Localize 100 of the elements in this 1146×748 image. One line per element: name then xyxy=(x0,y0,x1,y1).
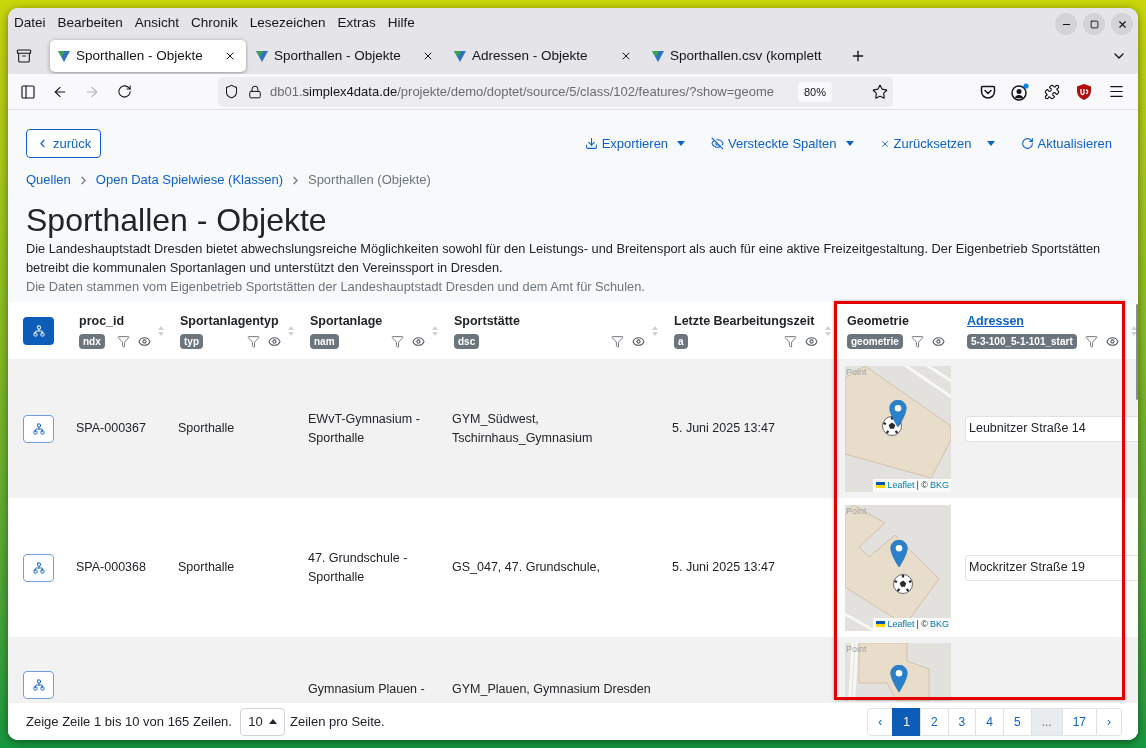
filter-icon[interactable] xyxy=(247,334,260,348)
url-text: db01.simplex4data.de/projekte/demo/doptet/source/5/class/102/features/?show=geome xyxy=(270,82,775,101)
hierarchy-button[interactable] xyxy=(23,414,54,443)
menu-icon[interactable] xyxy=(1107,83,1125,100)
sort-icon[interactable] xyxy=(1130,324,1137,337)
download-icon xyxy=(584,137,598,150)
page-size-select[interactable]: 10 xyxy=(239,707,285,736)
pocket-icon[interactable] xyxy=(980,83,996,100)
scrollbar-thumb[interactable] xyxy=(1136,304,1138,400)
menu-item[interactable]: Extras xyxy=(337,14,376,32)
refresh-button[interactable]: Aktualisieren xyxy=(1020,131,1112,156)
eye-icon[interactable] xyxy=(632,334,645,348)
account-icon[interactable] xyxy=(1011,82,1029,101)
column-header: Sportanlagentyp xyxy=(180,312,279,330)
hierarchy-button[interactable] xyxy=(23,553,54,582)
maximize-button[interactable] xyxy=(1083,13,1105,35)
lock-icon[interactable] xyxy=(248,84,262,99)
caret-icon xyxy=(845,141,854,146)
menu-item[interactable]: Bearbeiten xyxy=(57,14,123,32)
page-button[interactable]: 5 xyxy=(1002,707,1032,736)
filter-icon[interactable] xyxy=(391,334,404,348)
leaflet-link[interactable]: Leaflet xyxy=(887,617,915,631)
eye-icon[interactable] xyxy=(805,334,818,348)
hierarchy-icon xyxy=(32,679,45,691)
shield-icon[interactable] xyxy=(224,84,239,99)
menu-item[interactable]: Lesezeichen xyxy=(249,14,326,32)
source-link[interactable]: BKG xyxy=(930,478,949,492)
map-marker-icon[interactable] xyxy=(890,665,908,692)
back-button[interactable]: zurück xyxy=(26,129,102,158)
zoom-level[interactable]: 80% xyxy=(797,81,832,102)
map-tile-drawing[interactable] xyxy=(845,365,951,492)
table-cell-text: SPA-000367 xyxy=(76,420,147,437)
eye-icon[interactable] xyxy=(1105,334,1119,348)
reload-icon[interactable] xyxy=(116,84,132,99)
geometry-type-label: Point xyxy=(846,643,867,655)
map-marker-icon[interactable] xyxy=(889,399,907,427)
hierarchy-icon xyxy=(32,422,45,435)
page-button[interactable]: 1 xyxy=(892,707,921,736)
column-link[interactable]: Adressen xyxy=(967,312,1024,330)
source-link[interactable]: BKG xyxy=(930,617,949,631)
shield-extension-icon[interactable] xyxy=(1077,83,1091,100)
hierarchy-icon xyxy=(32,561,45,574)
map-marker-icon[interactable] xyxy=(890,539,908,567)
close-icon[interactable] xyxy=(620,50,632,62)
filter-icon[interactable] xyxy=(611,334,624,348)
reset-button[interactable]: Zurücksetzen xyxy=(879,131,972,156)
leaflet-link[interactable]: Leaflet xyxy=(887,478,915,492)
star-icon[interactable] xyxy=(872,83,888,100)
eye-icon[interactable] xyxy=(268,334,281,348)
table-cell-text: Sporthalle xyxy=(178,559,236,576)
menu-item[interactable]: Datei xyxy=(14,14,46,32)
breadcrumb-current: Sporthallen (Objekte) xyxy=(307,171,431,189)
eye-icon[interactable] xyxy=(412,334,425,348)
attribution-text: | © xyxy=(916,478,928,492)
previous-page-button[interactable]: ‹ xyxy=(867,707,894,736)
sidebar-icon[interactable] xyxy=(20,83,36,100)
close-icon[interactable] xyxy=(422,50,434,62)
eye-icon[interactable] xyxy=(931,334,945,348)
refresh-icon xyxy=(1020,137,1034,150)
page-description: Die Landeshauptstadt Dresden bietet abwechslungsreiche Möglichkeiten sowohl für den Leistungs- und Breitensport als auch für eine aktive Freizeitgestaltung. Der Eigenbetrieb Sportstätten betreibt die kommunalen Sportanlagen und unterstützt den Vereinssport in Dresden. xyxy=(25,240,1102,277)
menu-item[interactable]: Ansicht xyxy=(134,14,180,32)
field-badge: 5-3-100_5-1-101_start xyxy=(967,333,1077,349)
puzzle-icon[interactable] xyxy=(1044,83,1060,100)
eye-icon[interactable] xyxy=(138,334,151,348)
hierarchy-button[interactable] xyxy=(23,316,54,345)
browser-tab[interactable]: Sporthallen - Objekte xyxy=(50,40,246,72)
url-field[interactable]: db01.simplex4data.de/projekte/demo/doptet/source/5/class/102/features/?show=geome 80% xyxy=(218,76,893,107)
table-cell-text: 5. Juni 2025 13:47 xyxy=(672,420,776,437)
close-icon[interactable] xyxy=(224,50,236,62)
address-field[interactable]: Mockritzer Straße 19 xyxy=(965,554,1138,581)
hidden-columns-button[interactable]: Versteckte Spalten xyxy=(711,131,854,156)
flag-icon xyxy=(876,482,886,488)
menu-item[interactable]: Hilfe xyxy=(387,14,415,32)
next-page-button[interactable]: › xyxy=(1096,707,1122,736)
filter-icon[interactable] xyxy=(910,334,924,348)
filter-icon[interactable] xyxy=(117,334,130,348)
menu-item[interactable]: Chronik xyxy=(191,14,238,32)
filter-icon[interactable] xyxy=(784,334,797,348)
source-note: Die Daten stammen vom Eigenbetrieb Sportstätten der Landeshauptstadt Dresden und dem Amt für Schulen. xyxy=(25,278,646,296)
breadcrumb-link[interactable]: Open Data Spielwiese (Klassen) xyxy=(95,171,283,189)
hierarchy-button[interactable] xyxy=(23,671,54,699)
column-header: Letzte Bearbeitungszeit xyxy=(674,312,815,330)
breadcrumb-link[interactable]: Quellen xyxy=(26,171,71,189)
eye-off-icon xyxy=(711,137,725,150)
export-button[interactable]: Exportieren xyxy=(584,131,686,156)
archive-icon[interactable] xyxy=(16,48,32,64)
map-tile-drawing[interactable] xyxy=(845,504,951,631)
close-window-button[interactable] xyxy=(1111,13,1133,35)
page-button[interactable]: 4 xyxy=(975,707,1004,736)
field-badge: typ xyxy=(180,333,203,349)
favicon-icon xyxy=(652,50,664,62)
soccer-ball-icon xyxy=(893,573,913,594)
page-button[interactable]: 17 xyxy=(1061,707,1097,736)
table-cell-text: GYM_Plauen, Gymnasium Dresden xyxy=(452,681,652,698)
filter-icon[interactable] xyxy=(1084,334,1098,348)
pagination-ellipsis[interactable]: ... xyxy=(1030,707,1063,736)
address-field[interactable]: Leubnitzer Straße 14 xyxy=(965,415,1138,442)
new-tab-icon[interactable] xyxy=(850,48,866,64)
page-button[interactable]: 2 xyxy=(919,707,949,736)
attribution-text: | © xyxy=(916,617,928,631)
